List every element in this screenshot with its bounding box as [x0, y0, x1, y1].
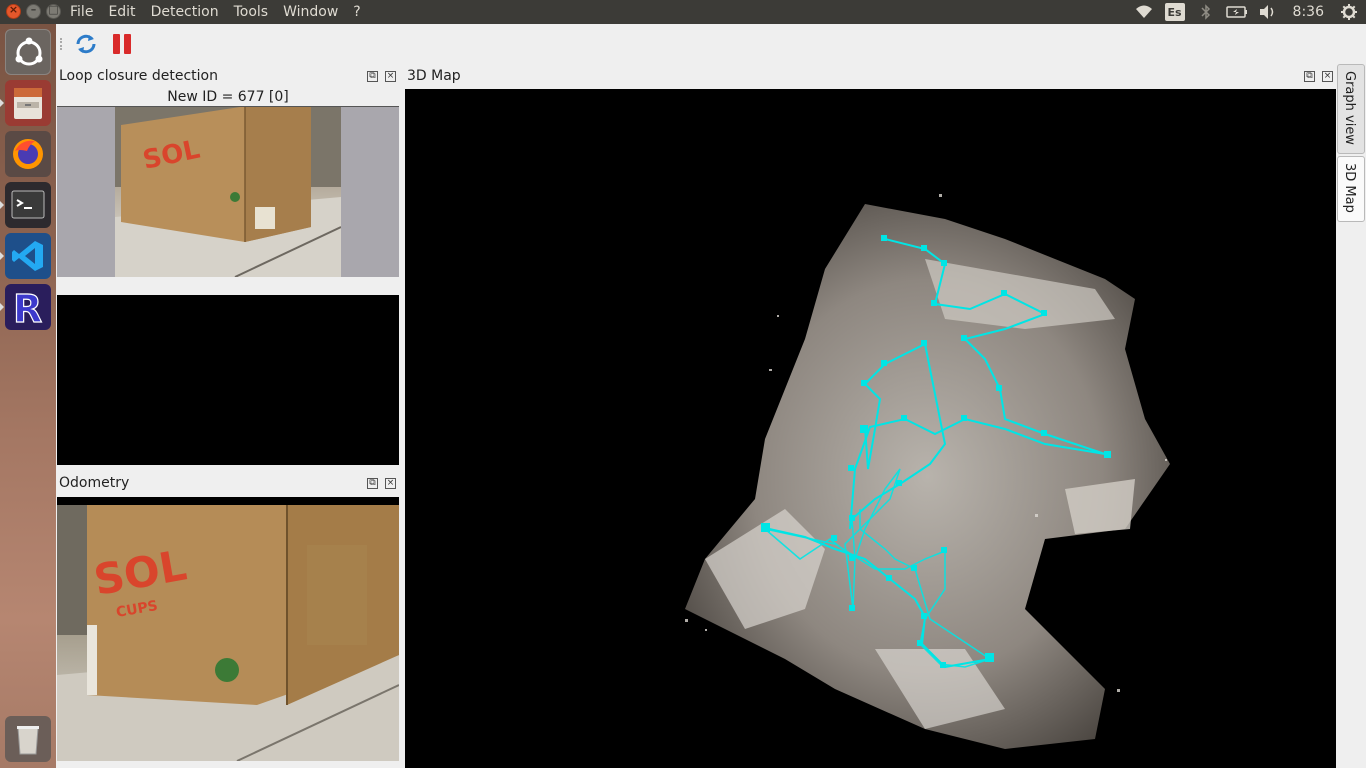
svg-text:R: R: [13, 287, 42, 330]
launcher-firefox-button[interactable]: [5, 131, 51, 177]
launcher-vscode-button[interactable]: [0, 233, 51, 279]
menu-bar: File Edit Detection Tools Window ?: [70, 3, 376, 21]
menu-file[interactable]: File: [70, 3, 101, 21]
window-maximize-button[interactable]: □: [46, 3, 61, 19]
pause-button[interactable]: [110, 32, 134, 56]
pause-icon: [113, 34, 131, 54]
file-cabinet-icon: [14, 88, 42, 119]
float-icon: ⧉: [369, 478, 376, 488]
main-toolbar: [56, 24, 1366, 64]
odometry-dock-title: Odometry: [59, 475, 130, 491]
r-letter-icon: R: [12, 286, 42, 331]
loop-closure-dock-title: Loop closure detection: [59, 68, 218, 84]
tab-3d-map[interactable]: 3D Map: [1337, 156, 1365, 222]
map3d-float-button[interactable]: ⧉: [1304, 71, 1315, 82]
tab-3d-map-label: 3D Map: [1342, 163, 1357, 213]
map3d-close-button[interactable]: ×: [1322, 71, 1333, 82]
right-tab-bar: Graph view 3D Map: [1336, 64, 1366, 768]
ubuntu-logo-icon: [15, 37, 43, 66]
point-cloud-render: [685, 194, 1170, 749]
map3d-dock-title: 3D Map: [407, 68, 461, 84]
float-icon: ⧉: [1306, 71, 1313, 81]
clock[interactable]: 8:36: [1293, 4, 1324, 20]
refresh-icon: [76, 34, 96, 54]
launcher-files-button[interactable]: [0, 80, 51, 126]
launcher-dash-button[interactable]: [5, 29, 51, 75]
keyboard-layout-indicator[interactable]: Es: [1164, 3, 1186, 21]
battery-icon[interactable]: [1225, 3, 1248, 21]
volume-icon[interactable]: [1257, 3, 1279, 21]
map3d-viewport[interactable]: [405, 89, 1336, 768]
minimize-icon: –: [30, 3, 37, 16]
odometry-float-button[interactable]: ⧉: [367, 478, 378, 489]
loop-closure-close-button[interactable]: ×: [385, 71, 396, 82]
wifi-icon[interactable]: [1133, 3, 1155, 21]
menu-edit[interactable]: Edit: [108, 3, 143, 21]
menu-help[interactable]: ?: [353, 3, 368, 21]
close-icon: ×: [1323, 71, 1332, 81]
odometry-image: SOL CUPS: [57, 497, 399, 761]
launcher: R: [0, 24, 56, 768]
bluetooth-icon[interactable]: [1195, 3, 1217, 21]
keyboard-layout-label: Es: [1164, 3, 1185, 21]
window-minimize-button[interactable]: –: [26, 3, 41, 19]
maximize-icon: □: [48, 3, 59, 16]
firefox-icon: [13, 139, 43, 169]
odometry-camera-photo: SOL CUPS: [57, 505, 399, 761]
float-icon: ⧉: [369, 71, 376, 81]
menu-tools[interactable]: Tools: [234, 3, 277, 21]
cardboard-box-closeup-image: SOL CUPS: [57, 505, 399, 761]
refresh-button[interactable]: [74, 32, 98, 56]
odometry-close-button[interactable]: ×: [385, 478, 396, 489]
tab-graph-view[interactable]: Graph view: [1337, 64, 1365, 154]
launcher-rstudio-button[interactable]: R: [0, 284, 51, 332]
terminal-icon: [11, 190, 45, 219]
launcher-trash-button[interactable]: [5, 716, 51, 762]
toolbar-grip[interactable]: [60, 38, 64, 50]
cardboard-box-image: SOL: [115, 107, 341, 277]
loop-closure-float-button[interactable]: ⧉: [367, 71, 378, 82]
system-tray: Es 8:36: [1124, 0, 1366, 24]
close-icon: ×: [386, 71, 395, 81]
settings-gear-icon[interactable]: [1338, 3, 1360, 21]
loop-closure-match-view: [57, 295, 399, 465]
tab-graph-view-label: Graph view: [1342, 71, 1357, 145]
camera-photo: SOL: [115, 107, 341, 277]
vscode-icon: [12, 241, 43, 271]
trash-icon: [17, 726, 39, 755]
close-icon: ×: [386, 478, 395, 488]
menu-detection[interactable]: Detection: [151, 3, 227, 21]
close-icon: ×: [8, 3, 19, 16]
launcher-terminal-button[interactable]: [0, 182, 51, 228]
loop-closure-image: SOL: [57, 107, 399, 277]
new-id-label: New ID = 677 [0]: [167, 89, 289, 105]
window-close-button[interactable]: ×: [6, 3, 21, 19]
menu-window[interactable]: Window: [283, 3, 346, 21]
top-panel: × – □ File Edit Detection Tools Window ?…: [0, 0, 1366, 24]
